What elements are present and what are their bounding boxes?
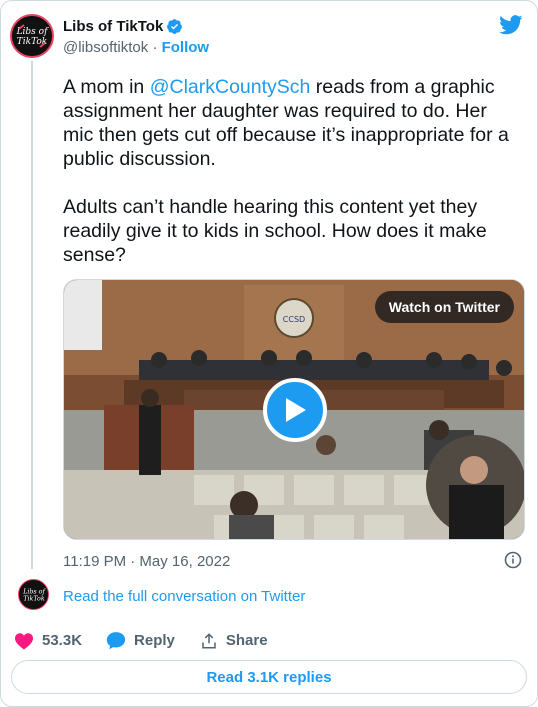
info-icon[interactable] (504, 551, 522, 574)
heart-icon (15, 632, 33, 650)
reply-bubble-icon (106, 632, 126, 650)
like-count: 53.3K (42, 632, 83, 649)
share-icon (202, 632, 216, 648)
thread-line (31, 61, 33, 569)
svg-text:CCSD: CCSD (283, 315, 305, 324)
mention-link[interactable]: @ClarkCountySch (150, 76, 311, 98)
verified-badge-icon (166, 18, 183, 35)
svg-text:TikTok: TikTok (23, 595, 45, 602)
share-label: Share (225, 632, 268, 649)
tweet-paragraph-2: Adults can’t handle hearing this content… (63, 196, 493, 266)
tweet-timestamp[interactable]: 11:19 PM · May 16, 2022 (63, 553, 230, 570)
svg-text:Libs of: Libs of (22, 588, 46, 595)
author-avatar[interactable]: Libs of TikTok (10, 14, 54, 58)
video-player[interactable]: CCSD Watch on Twitter (63, 279, 525, 540)
handle-separator: · (152, 39, 158, 56)
author-handle[interactable]: @libsoftiktok (63, 39, 148, 56)
tweet-text: A mom in @ClarkCountySch reads from a gr… (63, 75, 513, 291)
tweet-paragraph-1: A mom in @ClarkCountySch reads from a gr… (63, 75, 513, 171)
handle-row: @libsoftiktok · Follow (63, 39, 209, 56)
share-button[interactable]: Share (200, 632, 268, 650)
author-name[interactable]: Libs of TikTok (63, 18, 183, 35)
follow-link[interactable]: Follow (162, 39, 210, 56)
like-button[interactable]: 53.3K (14, 632, 82, 650)
reply-label: Reply (134, 632, 175, 649)
conversation-avatar[interactable]: Libs of TikTok (18, 579, 49, 610)
reply-button[interactable]: Reply (106, 631, 175, 650)
tweet-card: Libs of TikTok Libs of TikTok @libsoftik… (0, 0, 538, 707)
avatar-logo-icon: Libs of TikTok (19, 580, 48, 609)
watch-on-twitter-button[interactable]: Watch on Twitter (374, 291, 514, 323)
author-name-text[interactable]: Libs of TikTok (63, 18, 163, 35)
avatar-logo-icon: Libs of TikTok (12, 16, 52, 56)
play-icon (286, 398, 306, 422)
twitter-bird-icon[interactable] (499, 15, 523, 40)
read-full-conversation-link[interactable]: Read the full conversation on Twitter (63, 588, 305, 605)
action-bar: 53.3K Reply Share (14, 631, 268, 650)
play-button[interactable] (263, 378, 327, 442)
read-replies-button[interactable]: Read 3.1K replies (11, 660, 527, 694)
tweet-text-prefix: A mom in (63, 76, 150, 98)
